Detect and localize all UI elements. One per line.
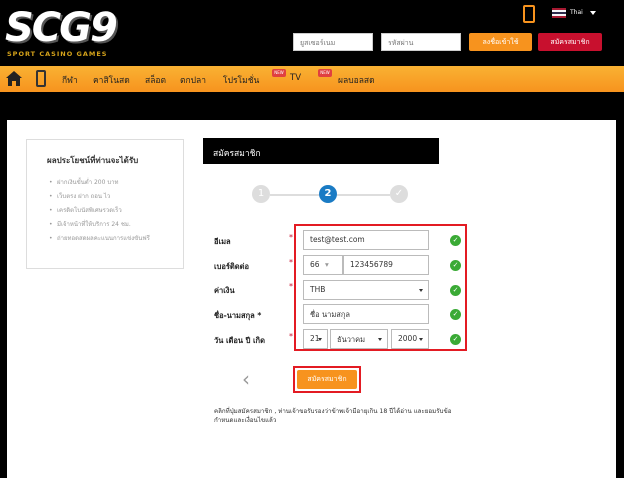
dob-month-value: ธันวาคม — [337, 335, 366, 344]
thai-flag-icon[interactable] — [552, 8, 566, 18]
phone-code-value: 66 — [310, 260, 320, 269]
currency-label: ค่าเงิน — [214, 286, 235, 295]
currency-value: THB — [310, 285, 326, 294]
valid-check-icon: ✓ — [450, 285, 461, 296]
terms-disclaimer: คลิกที่ปุ่มสมัครสมาชิก , ท่านเจ้าขอรับรอ… — [214, 408, 452, 424]
benefits-list: ฝากเงินขั้นต่ำ 200 บาท เว็บตรง ฝาก ถอน ไ… — [49, 176, 150, 246]
benefit-item: ฝากเงินขั้นต่ำ 200 บาท — [49, 176, 150, 190]
currency-select[interactable]: THB — [303, 280, 429, 300]
full-name-field[interactable]: ชื่อ นามสกุล — [303, 304, 429, 324]
valid-check-icon: ✓ — [450, 260, 461, 271]
step-indicator-3: ✓ — [390, 185, 408, 203]
chevron-down-icon[interactable] — [590, 11, 596, 15]
benefit-item: ถ่ายทอดสดผลคะแนนการแข่งขันฟรี — [49, 232, 150, 246]
password-input[interactable]: รหัสผ่าน — [381, 33, 461, 51]
chevron-down-icon — [419, 338, 423, 341]
site-header: SCG9 SPORT CASINO GAMES Thai ยูสเซอร์เนม… — [0, 0, 624, 66]
form-title: สมัครสมาชิก — [203, 138, 439, 164]
chevron-down-icon — [318, 338, 322, 341]
mobile-phone-icon[interactable] — [523, 5, 535, 23]
nav-item-promotions[interactable]: โปรโมชั่น — [223, 73, 259, 87]
nav-item-slots[interactable]: สล็อต — [145, 73, 166, 87]
nav-item-live-casino[interactable]: คาสิโนสด — [93, 73, 130, 87]
chevron-down-icon — [378, 338, 382, 341]
valid-check-icon: ✓ — [450, 309, 461, 320]
valid-check-icon: ✓ — [450, 235, 461, 246]
required-asterisk: * — [289, 233, 293, 242]
benefit-item: เว็บตรง ฝาก ถอน ไว — [49, 190, 150, 204]
step-connector — [337, 194, 390, 196]
mobile-icon[interactable] — [36, 70, 46, 87]
main-content: ผลประโยชน์ที่ท่านจะได้รับ ฝากเงินขั้นต่ำ… — [7, 120, 616, 478]
benefits-title: ผลประโยชน์ที่ท่านจะได้รับ — [47, 156, 139, 165]
nav-item-live-scores[interactable]: ผลบอลสด — [338, 73, 375, 87]
submit-register-button[interactable]: สมัครสมาชิก — [297, 370, 357, 389]
nav-item-sports[interactable]: กีฬา — [62, 73, 78, 87]
nav-item-fishing[interactable]: ตกปลา — [180, 73, 206, 87]
dob-label: วัน เดือน ปี เกิด — [214, 336, 265, 345]
phone-code-select[interactable]: 66 ▾ — [303, 255, 343, 275]
step-indicator-1: 1 — [252, 185, 270, 203]
benefits-panel: ผลประโยชน์ที่ท่านจะได้รับ ฝากเงินขั้นต่ำ… — [26, 139, 184, 269]
login-button[interactable]: ลงชื่อเข้าใช้ — [469, 33, 532, 51]
email-field[interactable]: test@test.com — [303, 230, 429, 250]
required-asterisk: * — [289, 282, 293, 291]
back-arrow-icon[interactable]: ‹ — [242, 367, 250, 391]
step-connector — [270, 194, 319, 196]
chevron-down-icon — [419, 289, 423, 292]
main-nav: กีฬา คาสิโนสด สล็อต ตกปลา โปรโมชั่น NEW … — [0, 66, 624, 92]
new-badge: NEW — [318, 69, 332, 77]
benefit-item: เครดิตโบนัสพิเศษรวดเร็ว — [49, 204, 150, 218]
required-asterisk: * — [289, 258, 293, 267]
step-indicator-2: 2 — [319, 185, 337, 203]
register-button[interactable]: สมัครสมาชิก — [538, 33, 602, 51]
home-icon[interactable] — [6, 71, 22, 86]
logo-subtitle: SPORT CASINO GAMES — [7, 50, 108, 58]
dob-year-select[interactable]: 2000 — [391, 329, 429, 349]
phone-label: เบอร์ติดต่อ — [214, 262, 249, 271]
phone-code-dropdown-icon: ▾ — [324, 260, 329, 269]
name-label: ชื่อ-นามสกุล * — [214, 311, 262, 320]
username-input[interactable]: ยูสเซอร์เนม — [293, 33, 373, 51]
valid-check-icon: ✓ — [450, 334, 461, 345]
dob-month-select[interactable]: ธันวาคม — [330, 329, 388, 349]
header-spacer — [0, 92, 624, 120]
language-label[interactable]: Thai — [570, 9, 583, 16]
dob-year-value: 2000 — [398, 334, 418, 343]
site-logo[interactable]: SCG9 SPORT CASINO GAMES — [5, 5, 118, 62]
required-asterisk: * — [289, 332, 293, 341]
new-badge: NEW — [272, 69, 286, 77]
email-label: อีเมล — [214, 237, 231, 246]
dob-day-select[interactable]: 21 — [303, 329, 328, 349]
phone-field[interactable]: 123456789 — [343, 255, 429, 275]
benefit-item: มีเจ้าหน้าที่ให้บริการ 24 ชม. — [49, 218, 150, 232]
logo-text: SCG9 — [5, 5, 118, 51]
nav-item-tv[interactable]: TV — [290, 73, 301, 83]
